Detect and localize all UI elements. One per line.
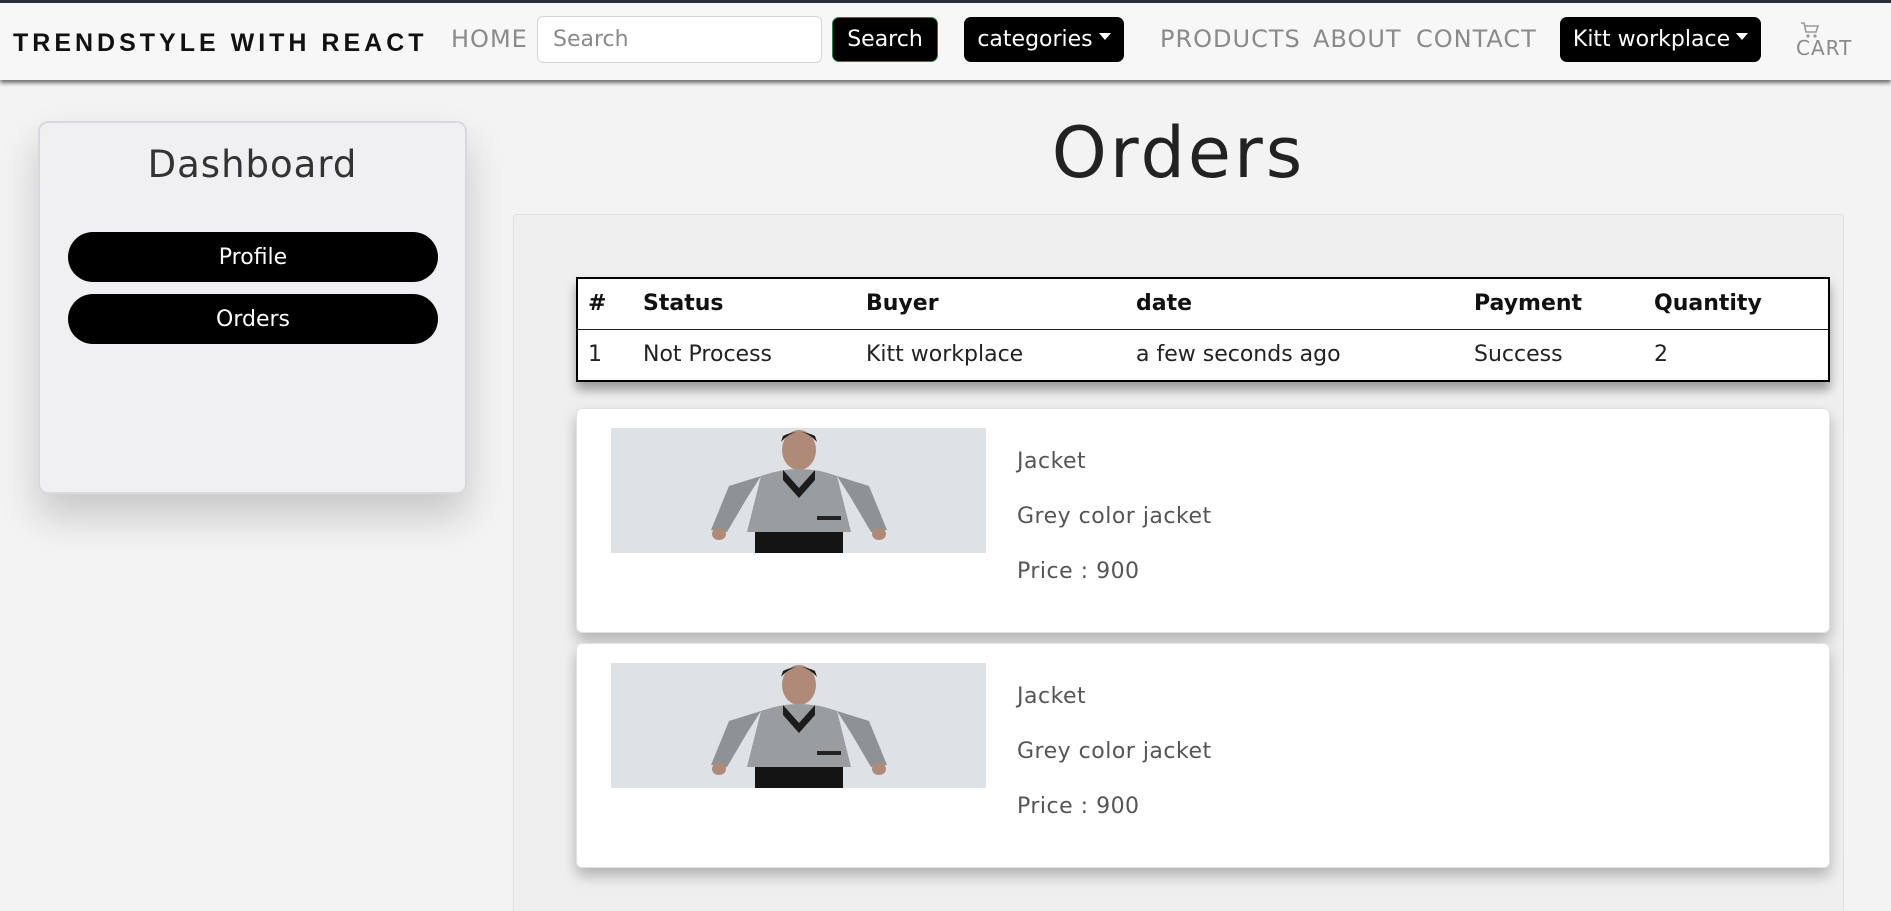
sidebar-item-profile[interactable]: Profile — [68, 232, 438, 282]
dashboard-sidebar: Dashboard Profile Orders — [38, 121, 467, 494]
table-cell: a few seconds ago — [1136, 342, 1341, 368]
categories-dropdown[interactable]: categories — [964, 17, 1124, 62]
product-price: Price : 900 — [1017, 559, 1140, 584]
account-dropdown[interactable]: Kitt workplace — [1560, 17, 1761, 62]
table-header: Payment — [1464, 278, 1644, 330]
product-description: Grey color jacket — [1017, 504, 1212, 529]
page-title: Orders — [1051, 112, 1306, 194]
caret-down-icon — [1736, 33, 1749, 40]
nav-home-link[interactable]: HOME — [451, 25, 528, 53]
nav-contact-link[interactable]: CONTACT — [1416, 25, 1537, 53]
product-image — [611, 428, 986, 553]
jacket-photo — [611, 663, 986, 788]
cart-label: CART — [1796, 36, 1853, 60]
table-cell: Not Process — [643, 342, 772, 368]
search-input[interactable] — [537, 16, 822, 63]
table-cell: Success — [1474, 342, 1563, 368]
account-name: Kitt workplace — [1572, 27, 1731, 52]
jacket-photo — [611, 428, 986, 553]
table-header: date — [1126, 278, 1464, 330]
product-price: Price : 900 — [1017, 794, 1140, 819]
product-description: Grey color jacket — [1017, 739, 1212, 764]
product-name: Jacket — [1017, 684, 1087, 709]
table-row: 1 Not Process Kitt workplace a few secon… — [577, 329, 1829, 381]
nav-products-link[interactable]: PRODUCTS — [1160, 25, 1301, 53]
table-header: Status — [633, 278, 856, 330]
product-card: Jacket Grey color jacket Price : 900 — [576, 643, 1830, 868]
orders-table: # Status Buyer date Payment Quantity 1 N… — [576, 277, 1830, 382]
sidebar-item-orders[interactable]: Orders — [68, 294, 438, 344]
top-navbar: TRENDSTYLE WITH REACT HOME Search catego… — [0, 0, 1891, 80]
product-name: Jacket — [1017, 449, 1087, 474]
product-image — [611, 663, 986, 788]
product-card: Jacket Grey color jacket Price : 900 — [576, 408, 1830, 633]
nav-about-link[interactable]: ABOUT — [1313, 25, 1402, 53]
categories-label: categories — [977, 27, 1093, 52]
table-header: Quantity — [1644, 278, 1829, 330]
table-cell: Kitt workplace — [866, 342, 1024, 368]
sidebar-title: Dashboard — [147, 143, 358, 186]
brand-logo[interactable]: TRENDSTYLE WITH REACT — [13, 29, 428, 58]
caret-down-icon — [1098, 33, 1111, 40]
table-header: # — [577, 278, 633, 330]
table-header: Buyer — [856, 278, 1126, 330]
table-cell: 1 — [588, 342, 602, 368]
table-cell: 2 — [1654, 342, 1668, 368]
cart-link[interactable]: CART — [1796, 21, 1852, 61]
search-button[interactable]: Search — [832, 17, 938, 62]
table-header-row: # Status Buyer date Payment Quantity — [577, 278, 1829, 330]
